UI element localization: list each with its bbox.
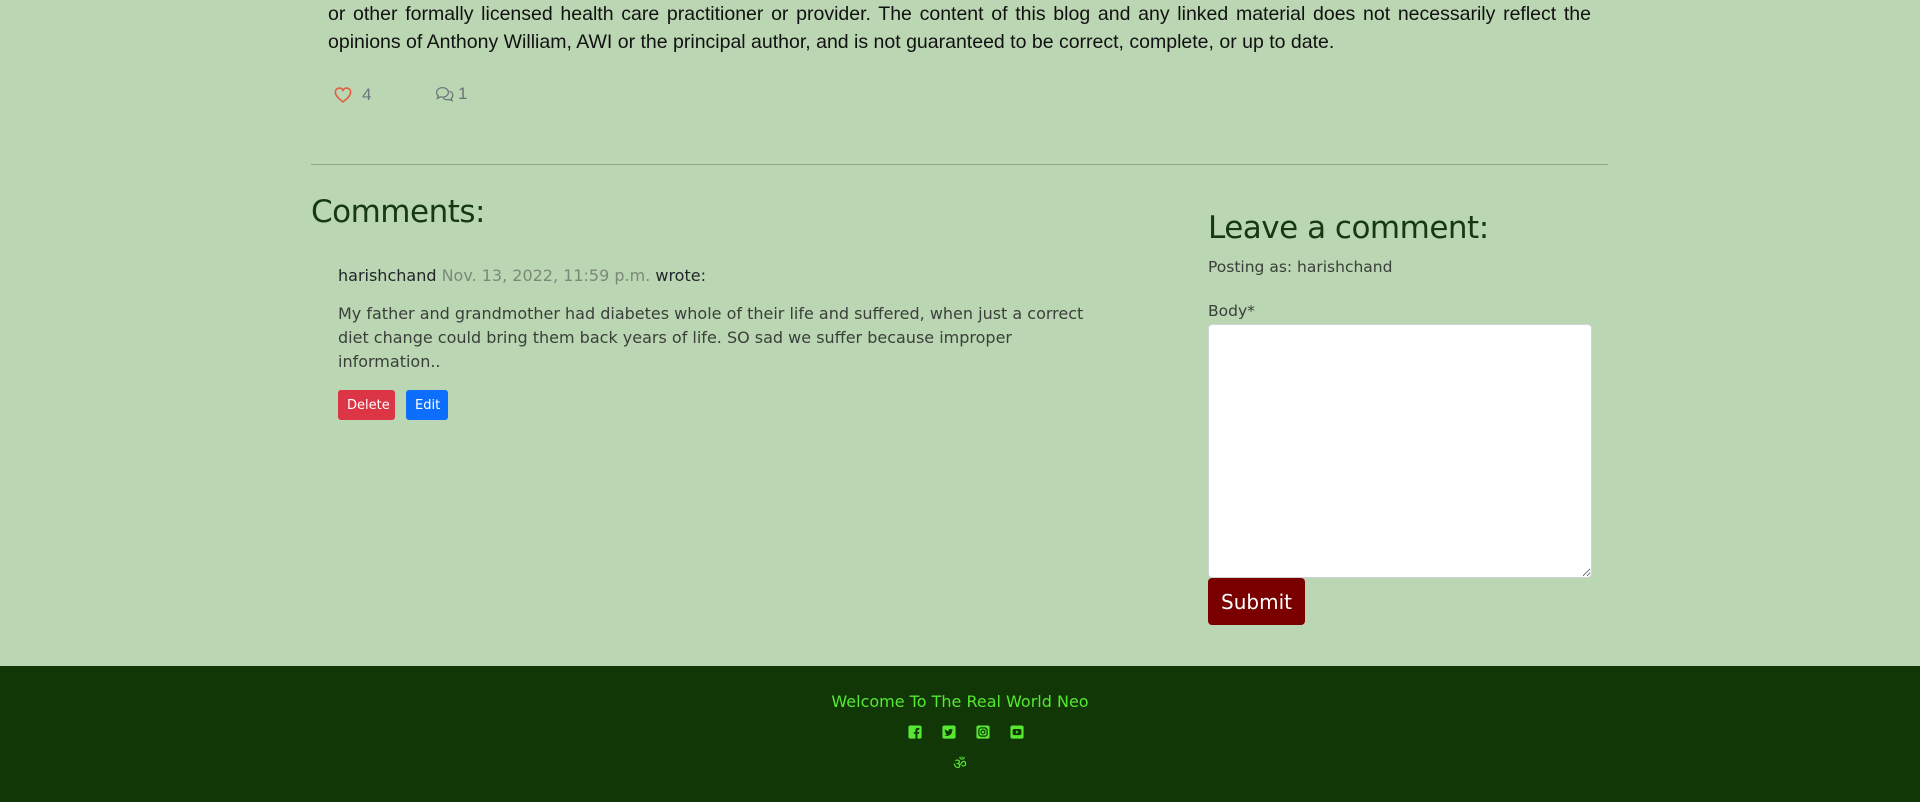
edit-comment-button[interactable]: Edit xyxy=(406,390,448,420)
comment-body: My father and grandmother had diabetes w… xyxy=(338,304,1084,371)
delete-comment-button[interactable]: Delete xyxy=(338,390,395,420)
youtube-icon[interactable] xyxy=(1010,725,1024,739)
like-count: 4 xyxy=(362,85,372,104)
like-button[interactable]: 4 xyxy=(334,85,371,105)
leave-comment-heading: Leave a comment: xyxy=(1208,210,1489,246)
body-label: Body* xyxy=(1208,302,1255,320)
comment-body-textarea[interactable] xyxy=(1208,324,1592,578)
comment-meta: harishchand Nov. 13, 2022, 11:59 p.m. wr… xyxy=(338,266,1118,285)
section-divider xyxy=(311,164,1608,165)
comment-author: harishchand xyxy=(338,266,437,285)
social-links xyxy=(908,725,1024,739)
comments-heading: Comments: xyxy=(311,194,485,230)
post-disclaimer: or other formally licensed health care p… xyxy=(328,3,1591,53)
comment-actions: Delete Edit xyxy=(338,390,1118,420)
posting-as-text: Posting as: harishchand xyxy=(1208,258,1393,276)
facebook-icon[interactable] xyxy=(908,725,922,739)
footer-text: Welcome To The Real World Neo xyxy=(831,692,1089,711)
comments-link[interactable]: 1 xyxy=(435,84,467,104)
comment-item: harishchand Nov. 13, 2022, 11:59 p.m. wr… xyxy=(338,266,1118,420)
om-symbol: ॐ xyxy=(953,755,967,773)
heart-icon xyxy=(334,87,352,103)
submit-comment-button[interactable]: Submit xyxy=(1208,578,1305,625)
comment-wrote: wrote: xyxy=(655,266,706,285)
footer: Welcome To The Real World Neo ॐ xyxy=(0,666,1920,802)
comment-count: 1 xyxy=(458,84,468,103)
chat-bubbles-icon xyxy=(435,87,454,102)
instagram-icon[interactable] xyxy=(976,725,990,739)
comment-date: Nov. 13, 2022, 11:59 p.m. xyxy=(441,266,651,285)
twitter-icon[interactable] xyxy=(942,725,956,739)
